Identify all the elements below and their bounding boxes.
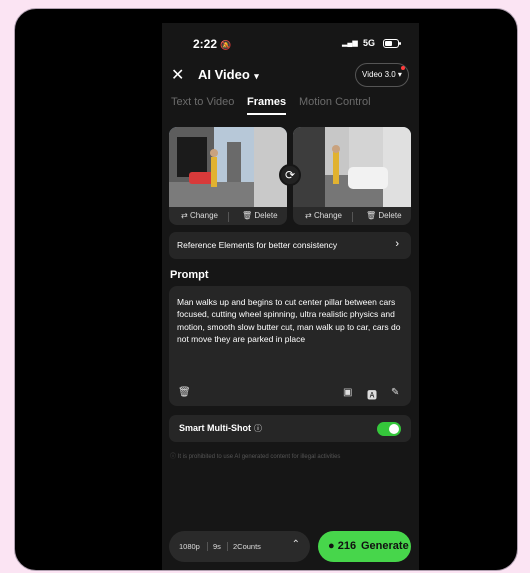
end-frame-image [293, 127, 411, 207]
generate-label: Generate [361, 540, 409, 552]
tab-frames[interactable]: Frames [247, 96, 287, 115]
start-frame-card[interactable]: ⇄ Change 🗑 Delete [169, 127, 287, 225]
chevron-up-icon: ⌃ [291, 539, 300, 550]
divider [207, 542, 208, 551]
phone-screen: 2:22 🔕 ▂▄▆ 5G ✕ AI Video ▾ Video 3.0 ▾ Te… [162, 23, 419, 570]
reference-elements-label: Reference Elements for better consistenc… [177, 240, 338, 250]
model-version-label: Video 3.0 [362, 70, 396, 79]
divider [352, 212, 353, 222]
delete-button[interactable]: 🗑 Delete [242, 211, 278, 220]
close-icon[interactable]: ✕ [171, 65, 184, 85]
start-frame-image [169, 127, 287, 207]
warning-text: ⓘ It is prohibited to use AI generated c… [170, 454, 341, 460]
smart-multishot-label: Smart Multi-Shot [179, 423, 251, 433]
duration-value: 9s [213, 542, 221, 551]
top-bar: ✕ AI Video ▾ Video 3.0 ▾ [162, 63, 419, 89]
divider [228, 212, 229, 222]
translate-icon[interactable]: 🅰 [367, 387, 377, 402]
end-frame-actions: ⇄ Change 🗑 Delete [293, 211, 411, 223]
chevron-down-icon: ▾ [251, 71, 259, 81]
change-button[interactable]: ⇄ Change [181, 211, 218, 220]
chevron-right-icon: › [395, 238, 399, 250]
model-version-button[interactable]: Video 3.0 ▾ [355, 63, 409, 87]
smart-multishot-toggle[interactable] [377, 422, 401, 436]
end-frame-card[interactable]: ⇄ Change 🗑 Delete [293, 127, 411, 225]
prompt-input[interactable]: Man walks up and begins to cut center pi… [169, 286, 411, 406]
counts-value: 2Counts [233, 542, 261, 551]
delete-button[interactable]: 🗑 Delete [366, 211, 402, 220]
save-icon[interactable]: ▣ [343, 387, 352, 398]
battery-icon [383, 39, 401, 48]
smart-multishot-row: Smart Multi-Shot ⓘ [169, 415, 411, 442]
prompt-label: Prompt [170, 269, 209, 281]
reference-elements-row[interactable]: Reference Elements for better consistenc… [169, 232, 411, 259]
status-bar: 2:22 🔕 ▂▄▆ 5G [162, 37, 419, 53]
divider [227, 542, 228, 551]
credits-value: ● 216 [328, 540, 357, 552]
change-button[interactable]: ⇄ Change [305, 211, 342, 220]
start-frame-actions: ⇄ Change 🗑 Delete [169, 211, 287, 223]
trash-icon[interactable]: 🗑 [178, 387, 191, 398]
resolution-value: 1080p [179, 542, 200, 551]
notification-dot [401, 66, 405, 70]
tab-text-to-video[interactable]: Text to Video [171, 96, 234, 108]
generation-settings-button[interactable]: 1080p 9s 2Counts ⌃ [169, 531, 310, 562]
swap-frames-icon[interactable]: ⟳ [279, 164, 301, 186]
generate-button[interactable]: ● 216 Generate [318, 531, 411, 562]
bell-muted-icon: 🔕 [220, 40, 232, 50]
page-title[interactable]: AI Video ▾ [198, 67, 259, 82]
signal-icon: ▂▄▆ [342, 40, 358, 47]
prompt-text[interactable]: Man walks up and begins to cut center pi… [177, 296, 403, 345]
info-icon[interactable]: ⓘ [254, 424, 262, 433]
tab-motion-control[interactable]: Motion Control [299, 96, 371, 108]
network-label: 5G [363, 38, 376, 48]
status-time: 2:22 🔕 [193, 37, 232, 51]
device-frame: 2:22 🔕 ▂▄▆ 5G ✕ AI Video ▾ Video 3.0 ▾ Te… [14, 8, 518, 571]
magic-enhance-icon[interactable]: ✎ [391, 387, 399, 398]
